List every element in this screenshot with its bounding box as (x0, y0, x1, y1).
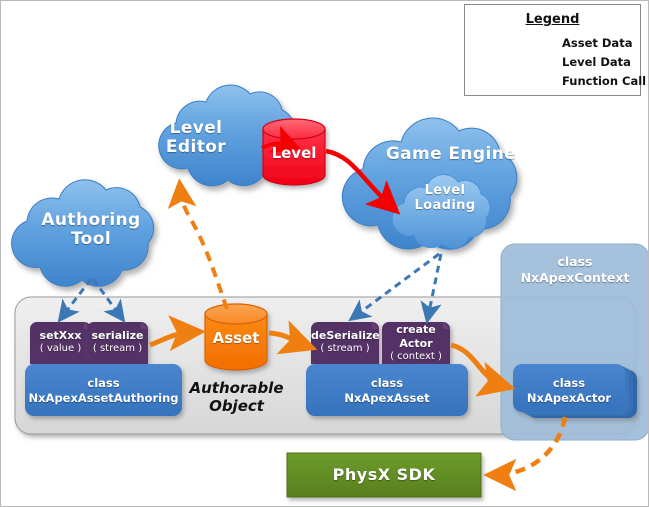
method-createactor-shape (382, 322, 450, 364)
legend-item-function-call: Function Call (472, 72, 646, 92)
legend-title: Legend (525, 12, 580, 27)
class-nxapexassetauthoring-shape (25, 364, 182, 416)
arrow-asset-to-level-editor (167, 178, 229, 310)
authorable-object-label: Authorable Object (189, 379, 284, 415)
physx-sdk-shape (286, 452, 482, 498)
method-serialize-shape (87, 322, 148, 364)
method-deserialize-shape (311, 322, 379, 364)
method-setxxx-shape (30, 322, 91, 364)
cloud-authoring-tool (11, 179, 155, 287)
class-nxapexasset-shape (306, 364, 468, 416)
cylinder-level (262, 118, 326, 186)
diagram-canvas: Legend Asset Data Level Data Function Ca… (0, 0, 649, 507)
cylinder-asset (204, 303, 268, 371)
class-nxapexactor-shape (513, 364, 637, 418)
legend-label-function-call: Function Call (562, 74, 647, 88)
legend-item-level-data: Level Data (472, 53, 634, 73)
legend-label-asset-data: Asset Data (562, 36, 633, 50)
legend-label-level-data: Level Data (562, 55, 631, 69)
legend-item-asset-data: Asset Data (472, 34, 634, 54)
